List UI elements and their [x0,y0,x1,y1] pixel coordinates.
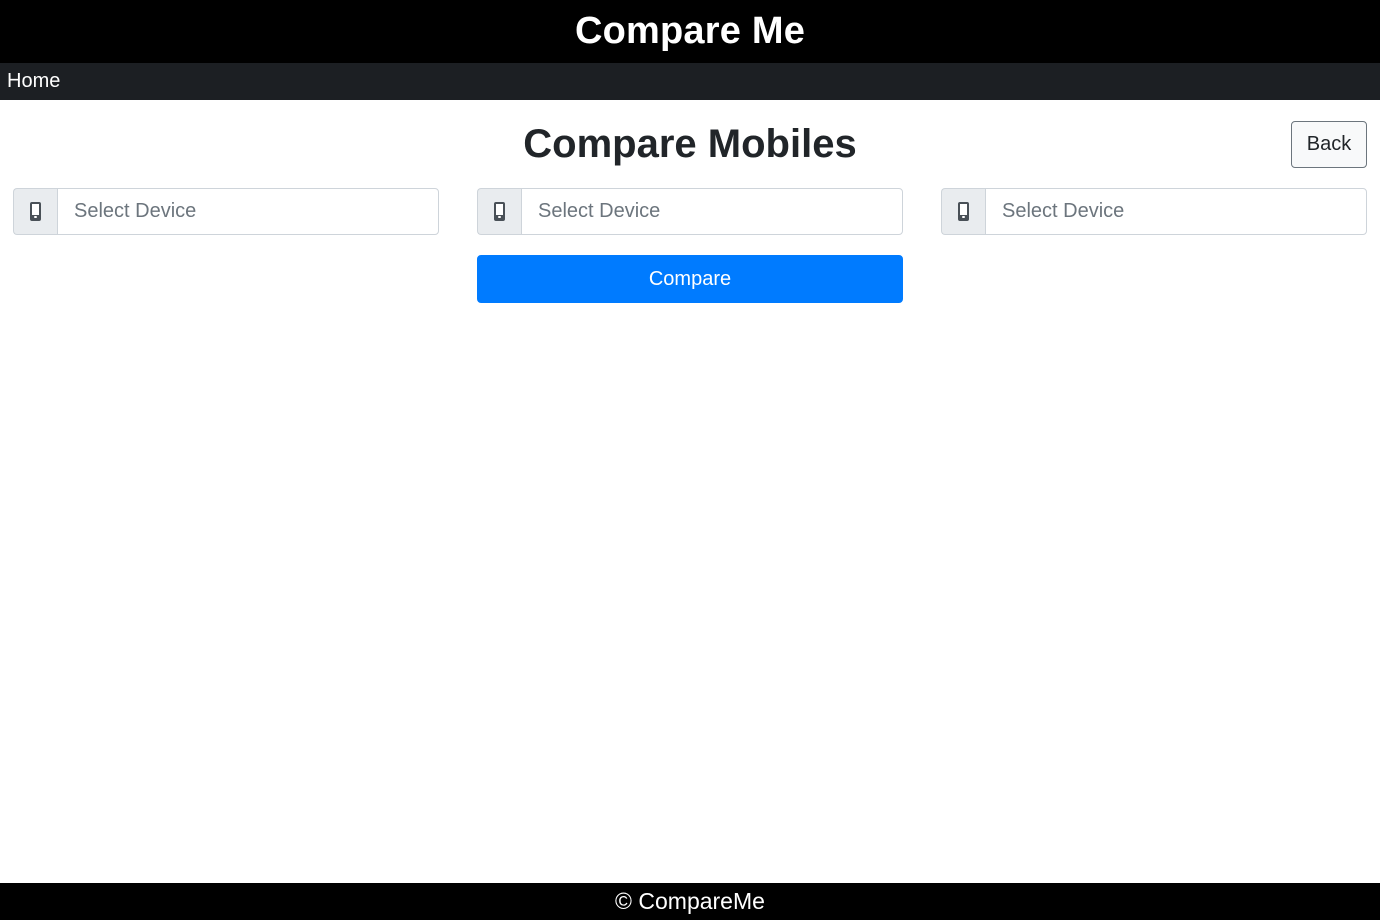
device-input-1[interactable] [57,188,439,235]
device-addon [477,188,521,235]
app-title: Compare Me [574,10,806,52]
mobile-icon [30,202,41,221]
compare-button[interactable]: Compare [477,255,903,303]
device-addon [13,188,57,235]
device-select-2 [477,188,903,235]
footer: © CompareMe [0,883,1380,920]
mobile-icon [494,202,505,221]
footer-copyright: © CompareMe [615,888,765,914]
device-addon [941,188,985,235]
app-header: Compare Me [0,0,1380,63]
mobile-icon [958,202,969,221]
nav-home-link[interactable]: Home [7,70,60,93]
navbar: Home [0,63,1380,100]
device-select-1 [13,188,439,235]
page-title: Compare Mobiles [523,122,857,166]
back-button[interactable]: Back [1291,121,1367,168]
device-input-2[interactable] [521,188,903,235]
device-input-3[interactable] [985,188,1367,235]
device-select-3 [941,188,1367,235]
